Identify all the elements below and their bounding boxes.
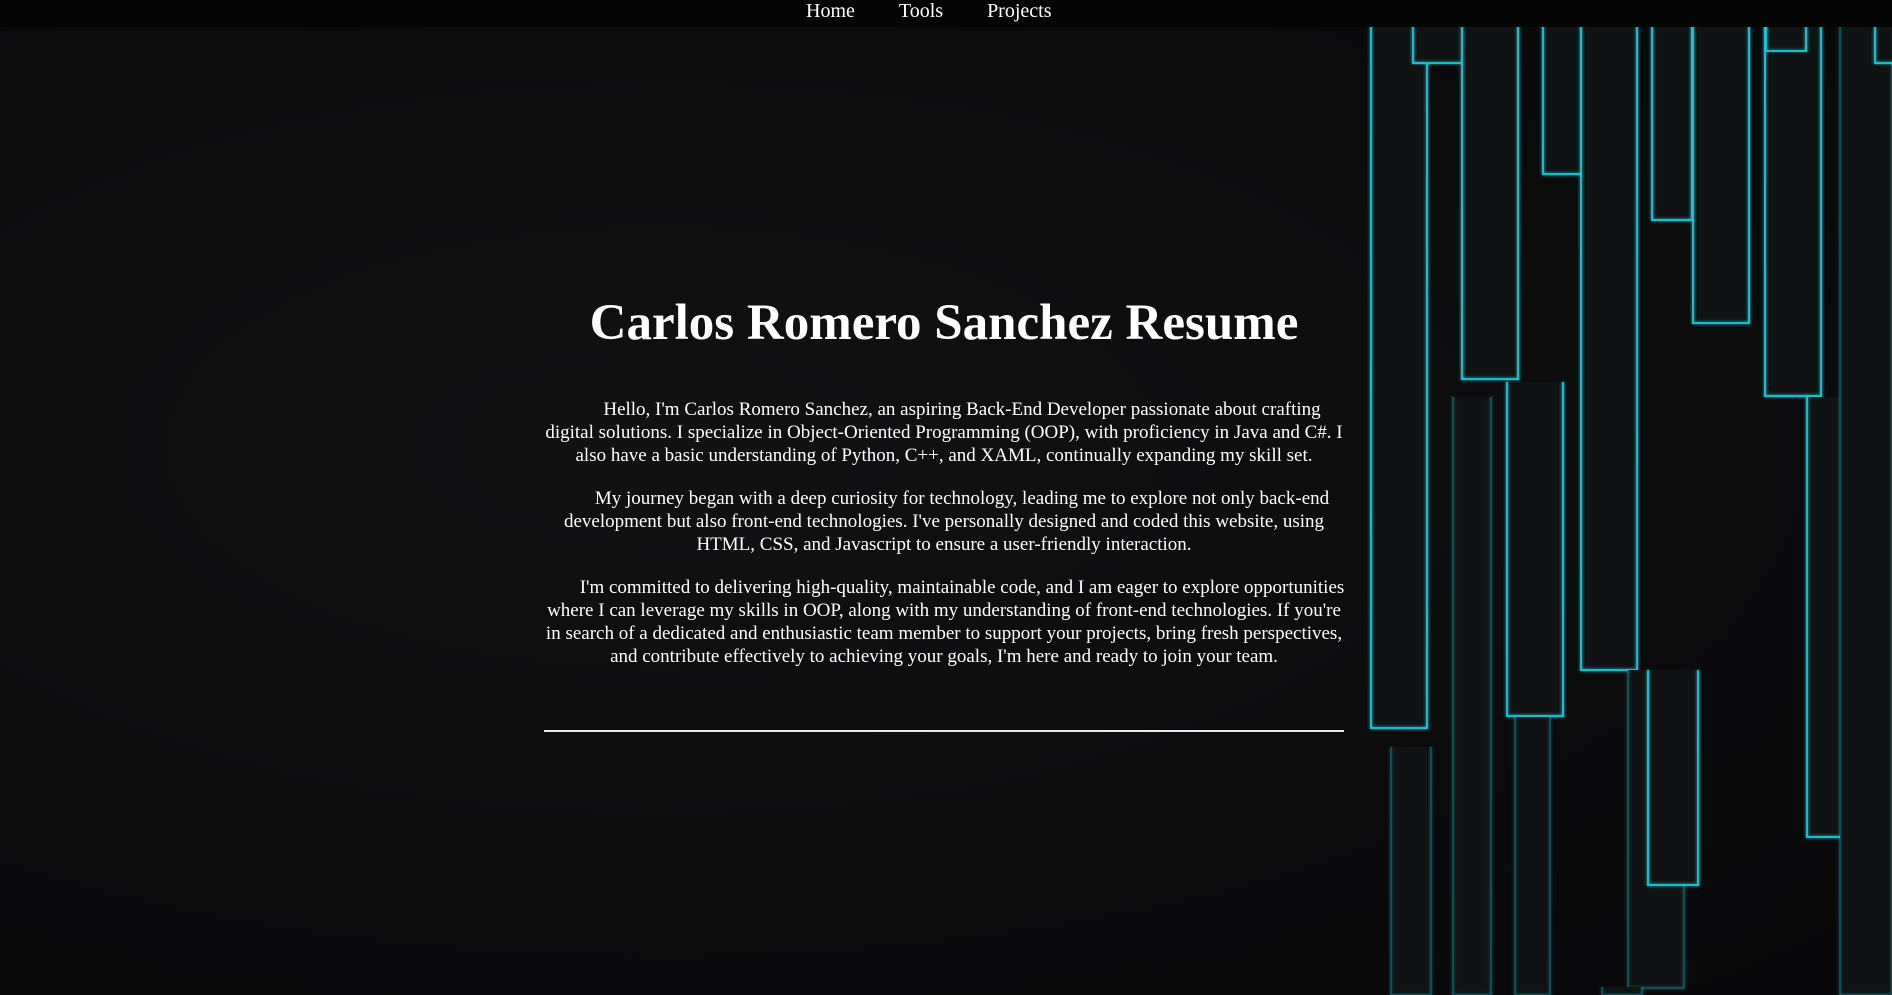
nav-tools-link[interactable]: Tools: [899, 0, 943, 22]
neon-bar-11: [1765, 27, 1821, 396]
neon-bar-17: [1453, 397, 1491, 995]
neon-bar-2: [1462, 27, 1518, 379]
neon-bar-6: [1581, 27, 1637, 670]
section-divider: [544, 730, 1344, 732]
nav-links: Home Tools Projects: [806, 0, 1052, 22]
neon-bar-1: [1413, 27, 1469, 63]
intro-paragraph: Hello, I'm Carlos Romero Sanchez, an asp…: [545, 399, 1343, 466]
page-title: Carlos Romero Sanchez Resume: [589, 295, 1299, 351]
nav-home-link[interactable]: Home: [806, 0, 855, 22]
main-content: Carlos Romero Sanchez Resume Hello, I'm …: [543, 288, 1345, 688]
neon-bar-5: [1543, 27, 1583, 174]
neon-bar-4: [1507, 382, 1563, 716]
neon-bar-13: [1766, 27, 1806, 51]
neon-bar-14: [1840, 27, 1892, 995]
neon-bar-8: [1652, 27, 1692, 220]
page: Home Tools Projects Carlos Romero Sanche…: [0, 0, 1892, 995]
navbar: Home Tools Projects: [0, 0, 1892, 27]
neon-bar-0: [1371, 27, 1427, 728]
neon-bar-16: [1391, 747, 1431, 995]
neon-bar-18: [1515, 717, 1550, 995]
neon-bar-9: [1648, 670, 1698, 885]
neon-bars-background: [1370, 27, 1892, 995]
neon-bar-19: [1602, 987, 1642, 995]
nav-projects-link[interactable]: Projects: [987, 0, 1051, 22]
neon-bar-10: [1693, 27, 1749, 323]
neon-bar-15: [1875, 27, 1892, 63]
commitment-paragraph: I'm committed to delivering high-quality…: [545, 577, 1345, 667]
journey-paragraph: My journey began with a deep curiosity f…: [563, 488, 1330, 555]
